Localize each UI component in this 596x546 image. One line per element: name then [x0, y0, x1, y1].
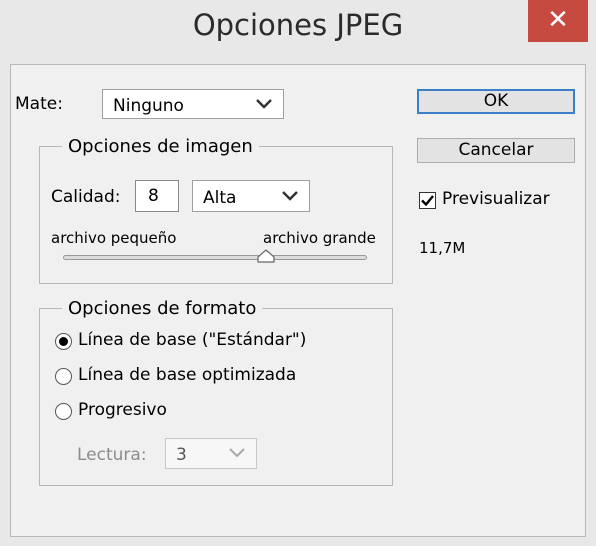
- title-bar[interactable]: Opciones JPEG ✕: [0, 0, 596, 64]
- scans-select[interactable]: 3: [165, 438, 257, 469]
- preview-checkbox[interactable]: [419, 192, 436, 209]
- quality-preset-select[interactable]: Alta: [192, 180, 310, 212]
- radio-progressive[interactable]: [55, 403, 72, 420]
- cancel-button[interactable]: Cancelar: [417, 138, 575, 163]
- chevron-down-icon: [229, 448, 245, 458]
- close-icon: ✕: [547, 5, 569, 35]
- large-file-label: archivo grande: [263, 229, 376, 247]
- chevron-down-icon: [282, 191, 298, 201]
- progressive-label: Progresivo: [78, 400, 167, 420]
- image-options-legend: Opciones de imagen: [68, 136, 253, 157]
- baseline-optimized-label: Línea de base optimizada: [78, 365, 297, 385]
- close-button[interactable]: ✕: [528, 0, 588, 42]
- quality-slider-thumb[interactable]: [257, 249, 275, 263]
- file-size-readout: 11,7M: [419, 239, 466, 257]
- ok-button[interactable]: OK: [417, 89, 575, 114]
- radio-baseline-optimized[interactable]: [55, 368, 72, 385]
- chevron-down-icon: [256, 99, 272, 109]
- preview-label: Previsualizar: [442, 189, 550, 209]
- matte-select[interactable]: Ninguno: [102, 89, 284, 119]
- quality-slider-track[interactable]: [63, 255, 367, 260]
- scans-select-value: 3: [176, 445, 187, 465]
- quality-input[interactable]: 8: [135, 180, 179, 212]
- baseline-standard-label: Línea de base ("Estándar"): [78, 330, 307, 350]
- scans-label: Lectura:: [77, 445, 147, 465]
- jpeg-options-dialog: Opciones JPEG ✕ Mate: Ninguno Opciones d…: [0, 0, 596, 546]
- quality-label: Calidad:: [51, 187, 121, 207]
- small-file-label: archivo pequeño: [51, 229, 177, 247]
- dialog-content: Mate: Ninguno Opciones de imagen Calidad…: [10, 64, 586, 537]
- dialog-title: Opciones JPEG: [192, 8, 404, 42]
- format-options-legend: Opciones de formato: [68, 298, 257, 319]
- quality-preset-value: Alta: [203, 188, 237, 208]
- radio-baseline-standard[interactable]: [55, 333, 72, 350]
- matte-label: Mate:: [15, 94, 63, 114]
- matte-select-value: Ninguno: [113, 96, 184, 116]
- checkmark-icon: [421, 195, 434, 207]
